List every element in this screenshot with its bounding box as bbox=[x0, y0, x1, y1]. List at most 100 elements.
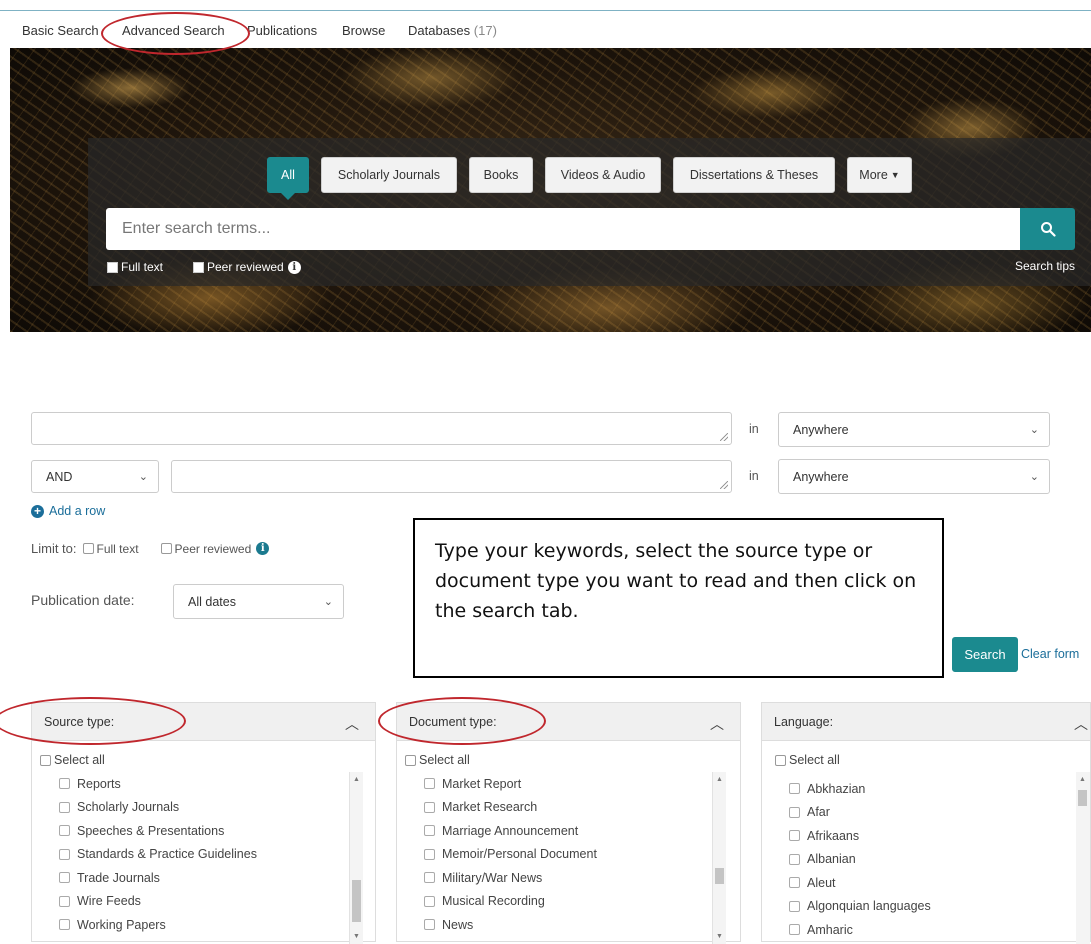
limit-to-label: Limit to: bbox=[31, 541, 77, 556]
list-item[interactable]: Trade Journals bbox=[59, 866, 257, 890]
source-button-all[interactable]: All bbox=[267, 157, 309, 200]
checkbox-box bbox=[424, 825, 435, 837]
list-item[interactable]: Wire Feeds bbox=[59, 890, 257, 914]
select-all-label: Select all bbox=[419, 753, 470, 767]
source-button-videos-audio[interactable]: Videos & Audio bbox=[545, 157, 661, 193]
checkbox-box bbox=[40, 754, 51, 766]
list-item[interactable]: Albanian bbox=[789, 848, 931, 872]
field-select-1[interactable]: Anywhere ⌄ bbox=[778, 412, 1050, 447]
chevron-down-icon: ⌄ bbox=[138, 470, 148, 483]
list-item[interactable]: Standards & Practice Guidelines bbox=[59, 843, 257, 867]
list-item[interactable]: Market Research bbox=[424, 796, 597, 820]
search-icon bbox=[1040, 222, 1056, 237]
checkbox-box bbox=[424, 895, 435, 907]
checkbox-box bbox=[59, 801, 70, 813]
list-item[interactable]: Working Papers bbox=[59, 913, 257, 937]
list-item[interactable]: Speeches & Presentations bbox=[59, 819, 257, 843]
list-item[interactable]: Afar bbox=[789, 801, 931, 825]
hero-peer-reviewed-label: Peer reviewed bbox=[207, 260, 284, 274]
list-item[interactable]: Amharic bbox=[789, 918, 931, 942]
checkbox-box bbox=[789, 900, 800, 912]
info-icon[interactable]: i bbox=[287, 260, 301, 274]
checkbox-box bbox=[775, 754, 786, 766]
document-type-list: Market Report Market Research Marriage A… bbox=[424, 772, 597, 937]
checkbox-box bbox=[59, 848, 70, 860]
scrollbar[interactable]: ▲ ▼ bbox=[349, 772, 363, 944]
list-item[interactable]: Scholarly Journals bbox=[59, 796, 257, 820]
tab-browse[interactable]: Browse bbox=[342, 23, 385, 38]
checkbox-box bbox=[424, 778, 435, 790]
in-label-1: in bbox=[749, 422, 759, 436]
list-item[interactable]: Military/War News bbox=[424, 866, 597, 890]
scrollbar-thumb[interactable] bbox=[1078, 790, 1087, 806]
list-item[interactable]: Marriage Announcement bbox=[424, 819, 597, 843]
language-select-all[interactable]: Select all bbox=[775, 753, 840, 767]
checkbox-box bbox=[424, 872, 435, 884]
chevron-down-icon: ⌄ bbox=[1029, 470, 1039, 483]
chevron-up-icon[interactable]: ︿ bbox=[710, 714, 724, 734]
language-panel: Language: ︿ Select all Abkhazian Afar Afr… bbox=[761, 702, 1091, 944]
checkbox-box bbox=[59, 919, 70, 931]
source-button-more[interactable]: More ▼ bbox=[847, 157, 912, 193]
instruction-callout: Type your keywords, select the source ty… bbox=[413, 518, 944, 678]
tab-databases[interactable]: Databases (17) bbox=[408, 23, 497, 38]
search-tips-link[interactable]: Search tips bbox=[1015, 259, 1075, 273]
tab-publications[interactable]: Publications bbox=[247, 23, 317, 38]
language-header[interactable]: Language: ︿ bbox=[762, 703, 1090, 741]
resize-grip-icon[interactable] bbox=[720, 433, 728, 441]
hero-peer-reviewed-checkbox[interactable]: Peer reviewed i bbox=[193, 260, 301, 274]
list-item[interactable]: Algonquian languages bbox=[789, 895, 931, 919]
scroll-down-icon[interactable]: ▼ bbox=[716, 933, 723, 940]
field-select-2[interactable]: Anywhere ⌄ bbox=[778, 459, 1050, 494]
peer-reviewed-checkbox[interactable]: Peer reviewed i bbox=[160, 542, 270, 556]
document-type-select-all[interactable]: Select all bbox=[405, 753, 470, 767]
operator-select[interactable]: AND ⌄ bbox=[31, 460, 159, 493]
language-title: Language: bbox=[774, 714, 834, 729]
annotation-ellipse-source-type bbox=[0, 697, 186, 745]
source-button-dissertations[interactable]: Dissertations & Theses bbox=[673, 157, 835, 193]
scroll-up-icon[interactable]: ▲ bbox=[716, 776, 723, 783]
tab-basic-search[interactable]: Basic Search bbox=[22, 23, 99, 38]
hero-full-text-checkbox[interactable]: Full text bbox=[107, 260, 163, 274]
search-term-input-2[interactable] bbox=[171, 460, 732, 493]
full-text-checkbox[interactable]: Full text bbox=[82, 542, 139, 556]
scroll-up-icon[interactable]: ▲ bbox=[1079, 776, 1086, 783]
chevron-up-icon[interactable]: ︿ bbox=[1074, 714, 1088, 734]
add-row-link[interactable]: + Add a row bbox=[31, 504, 105, 518]
resize-grip-icon[interactable] bbox=[720, 481, 728, 489]
clear-form-link[interactable]: Clear form bbox=[1021, 647, 1079, 661]
source-button-books[interactable]: Books bbox=[469, 157, 533, 193]
chevron-down-icon: ⌄ bbox=[323, 595, 333, 608]
scroll-up-icon[interactable]: ▲ bbox=[353, 776, 360, 783]
search-button[interactable]: Search bbox=[952, 637, 1018, 672]
list-item[interactable]: Memoir/Personal Document bbox=[424, 843, 597, 867]
scroll-down-icon[interactable]: ▼ bbox=[353, 933, 360, 940]
scrollbar[interactable]: ▲ bbox=[1076, 772, 1090, 944]
list-item[interactable]: Afrikaans bbox=[789, 824, 931, 848]
chevron-up-icon[interactable]: ︿ bbox=[345, 714, 359, 734]
scrollbar[interactable]: ▲ ▼ bbox=[712, 772, 726, 944]
list-item[interactable]: Reports bbox=[59, 772, 257, 796]
list-item[interactable]: Musical Recording bbox=[424, 890, 597, 914]
chevron-down-icon: ⌄ bbox=[1029, 423, 1039, 436]
annotation-ellipse-document-type bbox=[378, 697, 546, 745]
list-item-label: Market Report bbox=[442, 776, 522, 791]
list-item-label: Standards & Practice Guidelines bbox=[77, 847, 257, 862]
info-icon[interactable]: i bbox=[256, 542, 270, 555]
scrollbar-thumb[interactable] bbox=[715, 868, 724, 884]
hero-search-button[interactable] bbox=[1020, 208, 1075, 250]
hero-search-input[interactable] bbox=[106, 208, 1020, 250]
list-item[interactable]: Market Report bbox=[424, 772, 597, 796]
list-item[interactable]: News bbox=[424, 913, 597, 937]
publication-date-value: All dates bbox=[188, 594, 236, 609]
list-item[interactable]: Aleut bbox=[789, 871, 931, 895]
scrollbar-thumb[interactable] bbox=[352, 880, 361, 922]
checkbox-box bbox=[107, 261, 118, 273]
search-term-input-1[interactable] bbox=[31, 412, 732, 445]
source-type-select-all[interactable]: Select all bbox=[40, 753, 105, 767]
list-item[interactable]: Abkhazian bbox=[789, 777, 931, 801]
source-button-scholarly-journals[interactable]: Scholarly Journals bbox=[321, 157, 457, 193]
checkbox-box bbox=[160, 543, 172, 554]
publication-date-select[interactable]: All dates ⌄ bbox=[173, 584, 344, 619]
add-row-label: Add a row bbox=[49, 504, 106, 518]
